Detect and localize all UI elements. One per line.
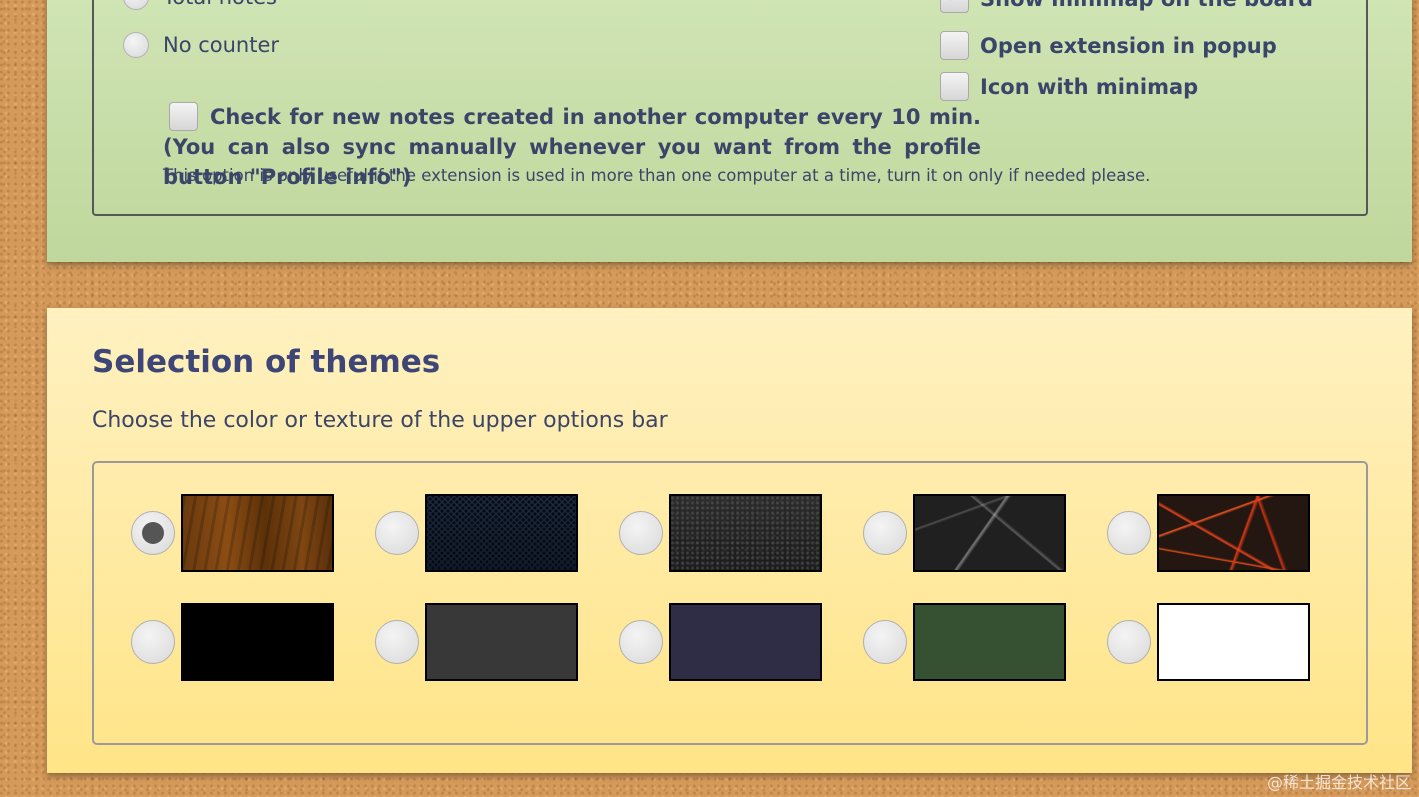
themes-title: Selection of themes <box>92 344 441 380</box>
radio-label: Total notes <box>163 0 277 9</box>
theme-radio[interactable] <box>619 620 663 664</box>
checkbox-icon-minimap[interactable]: Icon with minimap <box>940 72 1198 101</box>
theme-option-lava[interactable] <box>1107 494 1351 572</box>
theme-radio[interactable] <box>375 511 419 555</box>
sync-option-note: This option is only useful if the extens… <box>163 166 1151 185</box>
checkbox[interactable] <box>940 31 969 60</box>
theme-option-navy[interactable] <box>619 603 863 681</box>
theme-radio[interactable] <box>375 620 419 664</box>
theme-swatch-granite[interactable] <box>669 494 822 572</box>
checkbox-open-popup[interactable]: Open extension in popup <box>940 31 1277 60</box>
theme-radio[interactable] <box>1107 620 1151 664</box>
theme-swatch-dark-gray[interactable] <box>425 603 578 681</box>
theme-radio[interactable] <box>131 620 175 664</box>
checkbox[interactable] <box>940 72 969 101</box>
options-panel: Total notes No counter ✔ Show minimap on… <box>47 0 1412 262</box>
theme-swatch-green[interactable] <box>913 603 1066 681</box>
theme-radio[interactable] <box>131 511 175 555</box>
themes-subtitle: Choose the color or texture of the upper… <box>92 408 668 433</box>
theme-option-green[interactable] <box>863 603 1107 681</box>
theme-grid <box>131 494 1351 681</box>
themes-box <box>92 461 1368 745</box>
theme-option-marble[interactable] <box>863 494 1107 572</box>
checkbox-show-minimap[interactable]: ✔ Show minimap on the board <box>940 0 1313 13</box>
radio-no-counter[interactable]: No counter <box>123 32 279 58</box>
theme-option-white[interactable] <box>1107 603 1351 681</box>
theme-option-granite[interactable] <box>619 494 863 572</box>
watermark: @稀土掘金技术社区 <box>1266 773 1411 792</box>
theme-swatch-black[interactable] <box>181 603 334 681</box>
theme-radio[interactable] <box>619 511 663 555</box>
checkbox-label: Open extension in popup <box>980 33 1277 58</box>
checkmark-icon: ✔ <box>945 0 963 9</box>
checkbox-label: Show minimap on the board <box>980 0 1313 11</box>
radio-label: No counter <box>163 33 280 57</box>
theme-option-black[interactable] <box>131 603 375 681</box>
theme-option-dark-mesh[interactable] <box>375 494 619 572</box>
theme-radio[interactable] <box>863 620 907 664</box>
theme-swatch-marble[interactable] <box>913 494 1066 572</box>
theme-swatch-dark-mesh[interactable] <box>425 494 578 572</box>
theme-swatch-navy[interactable] <box>669 603 822 681</box>
themes-panel: Selection of themes Choose the color or … <box>47 308 1412 773</box>
theme-radio[interactable] <box>1107 511 1151 555</box>
theme-swatch-lava[interactable] <box>1157 494 1310 572</box>
radio-total-notes[interactable]: Total notes <box>123 0 277 10</box>
theme-option-dark-gray[interactable] <box>375 603 619 681</box>
theme-swatch-wood[interactable] <box>181 494 334 572</box>
theme-option-wood[interactable] <box>131 494 375 572</box>
radio-button[interactable] <box>123 0 149 10</box>
theme-radio[interactable] <box>863 511 907 555</box>
checkbox[interactable]: ✔ <box>940 0 969 13</box>
options-box: Total notes No counter ✔ Show minimap on… <box>92 0 1368 216</box>
theme-swatch-white[interactable] <box>1157 603 1310 681</box>
radio-button[interactable] <box>123 32 149 58</box>
checkbox-label: Icon with minimap <box>980 74 1199 99</box>
